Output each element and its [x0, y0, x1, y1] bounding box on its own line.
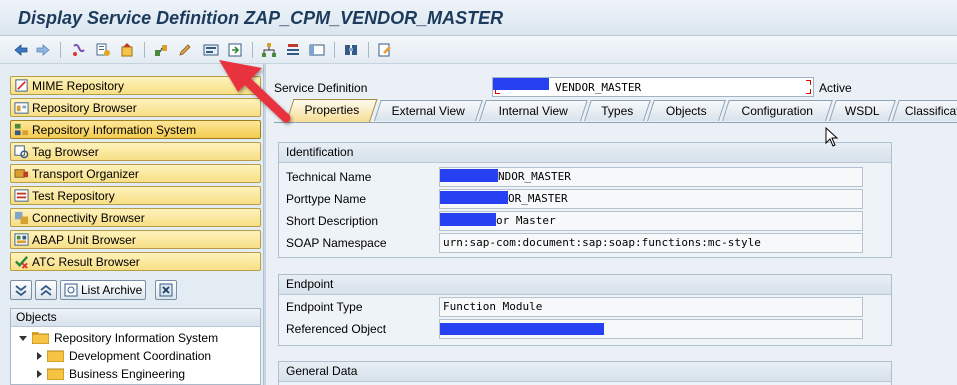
enhance-icon[interactable]	[284, 41, 302, 59]
mouse-cursor-icon	[825, 127, 839, 147]
service-definition-value: VENDOR_MASTER	[555, 81, 642, 94]
other-object-icon[interactable]	[70, 41, 88, 59]
connectivity-icon	[14, 211, 29, 225]
service-definition-pane: Service Definition VENDOR_MASTER Active …	[266, 64, 957, 385]
window-title: Display Service Definition ZAP_CPM_VENDO…	[18, 8, 504, 28]
identification-group: Identification Technical Name NDOR_MASTE…	[278, 142, 892, 258]
info-system-icon	[14, 123, 29, 136]
navigation-pane: MIME Repository Repository Browser Repos…	[0, 64, 272, 385]
status-text: Active	[819, 81, 852, 95]
connectivity-browser-button[interactable]: Connectivity Browser	[10, 208, 261, 227]
back-arrow-icon[interactable]	[12, 41, 30, 59]
tree-node-repository-information-system[interactable]: Repository Information System	[19, 329, 218, 347]
object-list-icon[interactable]	[202, 41, 220, 59]
atc-icon	[15, 256, 29, 269]
tag-browser-button[interactable]: Tag Browser	[10, 142, 261, 161]
activate-icon[interactable]	[118, 41, 136, 59]
close-icon	[159, 283, 173, 297]
close-nav-button[interactable]	[155, 280, 178, 300]
repository-browser-button[interactable]: Repository Browser	[10, 98, 261, 117]
short-description-field[interactable]: or Master	[439, 211, 863, 231]
tab-types[interactable]: Types	[584, 100, 651, 121]
tab-underline	[274, 122, 957, 123]
objects-header: Objects	[11, 309, 260, 327]
redaction-mark	[440, 191, 508, 204]
collapsed-triangle-icon[interactable]	[37, 352, 42, 360]
test-icon	[14, 189, 29, 202]
folder-icon	[47, 368, 64, 380]
list-archive-button[interactable]: List Archive	[60, 280, 147, 300]
tab-objects[interactable]: Objects	[647, 100, 726, 121]
collapsed-triangle-icon[interactable]	[37, 370, 42, 378]
tab-internal-view[interactable]: Internal View	[479, 100, 588, 121]
navigation-window-icon[interactable]	[226, 41, 244, 59]
transport-icon	[14, 169, 29, 178]
tag-icon	[14, 145, 29, 159]
tree-node-development-coordination[interactable]: Development Coordination	[37, 347, 211, 365]
service-definition-label: Service Definition	[274, 81, 368, 95]
atc-result-browser-button[interactable]: ATC Result Browser	[10, 252, 261, 271]
redaction-mark	[440, 323, 604, 335]
tab-wsdl[interactable]: WSDL	[829, 100, 896, 121]
forward-arrow-icon[interactable]	[34, 41, 52, 59]
soap-namespace-field[interactable]: urn:sap-com:document:sap:soap:functions:…	[439, 233, 863, 253]
service-definition-field[interactable]: VENDOR_MASTER	[492, 77, 814, 97]
tab-properties[interactable]: Properties	[286, 99, 378, 122]
chevron-down-double-icon	[15, 285, 27, 297]
test-repository-button[interactable]: Test Repository	[10, 186, 261, 205]
mime-icon	[15, 79, 28, 92]
porttype-name-row: Porttype Name OR_MASTER	[286, 189, 866, 209]
list-archive-icon	[64, 283, 78, 297]
tab-configuration[interactable]: Configuration	[722, 100, 833, 121]
folder-icon	[47, 350, 64, 362]
soap-namespace-row: SOAP Namespace urn:sap-com:document:sap:…	[286, 233, 866, 253]
transport-organizer-button[interactable]: Transport Organizer	[10, 164, 261, 183]
porttype-name-field[interactable]: OR_MASTER	[439, 189, 863, 209]
redaction-mark	[493, 78, 549, 90]
mime-repository-button[interactable]: MIME Repository	[10, 76, 261, 95]
display-change-icon[interactable]	[94, 41, 112, 59]
referenced-object-field[interactable]	[439, 319, 863, 339]
technical-name-row: Technical Name NDOR_MASTER	[286, 167, 866, 187]
info-icon[interactable]	[342, 41, 360, 59]
general-data-header: General Data	[279, 362, 891, 382]
folder-open-icon	[32, 332, 49, 344]
application-toolbar	[0, 36, 957, 64]
objects-tree-panel: Objects Repository Information System De…	[10, 308, 261, 385]
where-used-icon[interactable]	[152, 41, 170, 59]
tab-external-view[interactable]: External View	[374, 100, 483, 121]
chevron-up-double-icon	[40, 284, 52, 296]
abap-unit-browser-button[interactable]: ABAP Unit Browser	[10, 230, 261, 249]
tab-classifications[interactable]: Classifications	[892, 100, 957, 121]
title-bar: Display Service Definition ZAP_CPM_VENDO…	[0, 0, 957, 36]
expand-button[interactable]	[10, 280, 32, 300]
repository-icon	[14, 102, 29, 114]
technical-name-field[interactable]: NDOR_MASTER	[439, 167, 863, 187]
layout-icon[interactable]	[308, 41, 326, 59]
nav-small-buttons: List Archive	[10, 280, 178, 302]
general-data-group: General Data	[278, 361, 892, 385]
unit-icon	[14, 233, 29, 246]
tree-node-business-engineering[interactable]: Business Engineering	[37, 365, 185, 383]
hierarchy-icon[interactable]	[260, 41, 278, 59]
endpoint-type-field[interactable]: Function Module	[439, 297, 863, 317]
redaction-mark	[440, 213, 496, 226]
help-icon[interactable]	[376, 41, 394, 59]
identification-header: Identification	[279, 143, 891, 163]
endpoint-header: Endpoint	[279, 275, 891, 295]
collapse-button[interactable]	[35, 280, 57, 300]
short-description-row: Short Description or Master	[286, 211, 866, 231]
edit-pencil-icon[interactable]	[176, 41, 194, 59]
expanded-triangle-icon[interactable]	[19, 335, 27, 341]
endpoint-type-row: Endpoint Type Function Module	[286, 297, 866, 317]
redaction-mark	[440, 169, 498, 182]
referenced-object-row: Referenced Object	[286, 319, 866, 339]
endpoint-group: Endpoint Endpoint Type Function Module R…	[278, 274, 892, 346]
repository-information-system-button[interactable]: Repository Information System	[10, 120, 261, 139]
